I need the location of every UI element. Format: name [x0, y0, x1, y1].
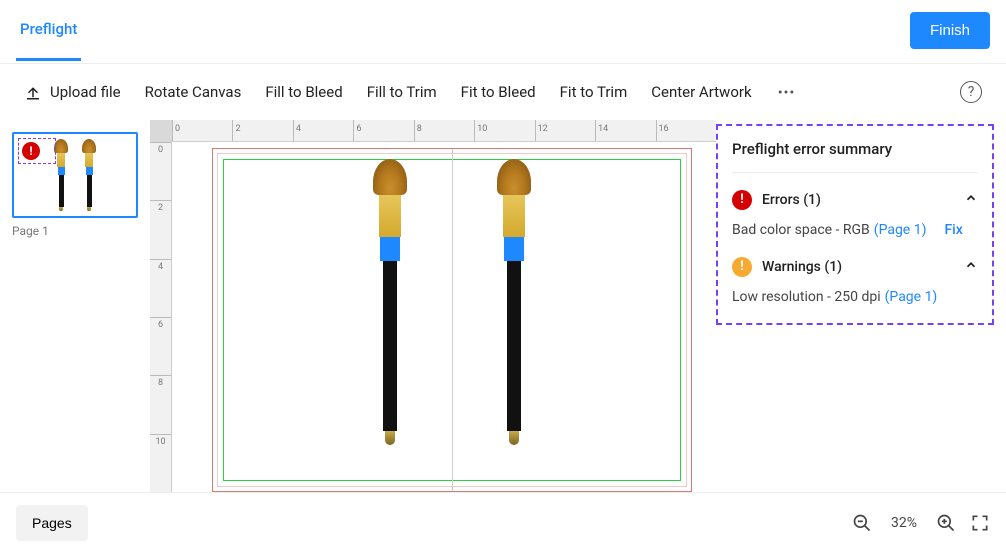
center-artwork-button[interactable]: Center Artwork	[651, 83, 751, 101]
preflight-summary-panel: Preflight error summary ! Errors (1) Bad…	[716, 124, 994, 325]
canvas-viewport[interactable]	[172, 142, 716, 492]
ruler-corner	[150, 120, 172, 142]
thumbnail-panel: ! Page 1	[0, 120, 150, 492]
errors-header-label: Errors (1)	[762, 192, 821, 208]
upload-file-button[interactable]: Upload file	[24, 83, 121, 101]
header: Preflight Finish	[0, 0, 1006, 64]
ruler-vertical: 0 2 4 6 8 10	[150, 142, 172, 492]
more-button[interactable]	[776, 82, 796, 102]
warning-text: Low resolution - 250 dpi	[732, 289, 881, 305]
page-thumbnail-1[interactable]: !	[12, 132, 138, 218]
main-area: ! Page 1 0 2 4 6 8 10 12 14 16 0	[0, 120, 1006, 492]
errors-section-header[interactable]: ! Errors (1)	[732, 189, 978, 210]
ruler-horizontal: 0 2 4 6 8 10 12 14 16	[172, 120, 716, 142]
error-item: Bad color space - RGB (Page 1) Fix	[732, 222, 978, 238]
warnings-header-label: Warnings (1)	[762, 259, 842, 275]
summary-title: Preflight error summary	[732, 140, 978, 173]
artwork-object[interactable]	[373, 159, 407, 445]
upload-icon	[24, 83, 42, 101]
zoom-in-icon[interactable]	[936, 513, 956, 533]
warning-icon: !	[732, 257, 752, 277]
artwork-preview	[54, 139, 68, 211]
help-icon[interactable]: ?	[960, 81, 982, 103]
fix-link[interactable]: Fix	[944, 222, 962, 238]
thumbnail-label: Page 1	[12, 224, 138, 238]
error-page-link[interactable]: (Page 1)	[874, 222, 927, 238]
chevron-up-icon	[964, 256, 978, 277]
zoom-controls: 32%	[852, 513, 990, 533]
warnings-section-header[interactable]: ! Warnings (1)	[732, 256, 978, 277]
error-text: Bad color space - RGB	[732, 222, 870, 238]
page-bleed-box	[212, 148, 692, 492]
canvas-area: 0 2 4 6 8 10 12 14 16 0 2 4 6 8 10	[150, 120, 716, 492]
more-icon	[776, 82, 796, 102]
fill-to-bleed-button[interactable]: Fill to Bleed	[265, 83, 342, 101]
pages-button[interactable]: Pages	[16, 505, 88, 541]
error-icon: !	[732, 190, 752, 210]
zoom-out-icon[interactable]	[852, 513, 872, 533]
zoom-value: 32%	[886, 515, 922, 531]
chevron-up-icon	[964, 189, 978, 210]
fit-to-trim-button[interactable]: Fit to Trim	[560, 83, 628, 101]
finish-button[interactable]: Finish	[910, 12, 990, 49]
warning-page-link[interactable]: (Page 1)	[885, 289, 938, 305]
fullscreen-icon[interactable]	[970, 513, 990, 533]
upload-file-label: Upload file	[50, 83, 121, 101]
rotate-canvas-button[interactable]: Rotate Canvas	[145, 83, 242, 101]
tab-preflight[interactable]: Preflight	[16, 12, 81, 61]
toolbar: Upload file Rotate Canvas Fill to Bleed …	[0, 64, 1006, 120]
artwork-object[interactable]	[497, 159, 531, 445]
fit-to-bleed-button[interactable]: Fit to Bleed	[461, 83, 536, 101]
bottom-bar: Pages 32%	[0, 492, 1006, 552]
warning-item: Low resolution - 250 dpi (Page 1)	[732, 289, 978, 305]
error-badge-icon: !	[22, 142, 40, 160]
artwork-preview	[82, 139, 96, 211]
fill-to-trim-button[interactable]: Fill to Trim	[367, 83, 437, 101]
